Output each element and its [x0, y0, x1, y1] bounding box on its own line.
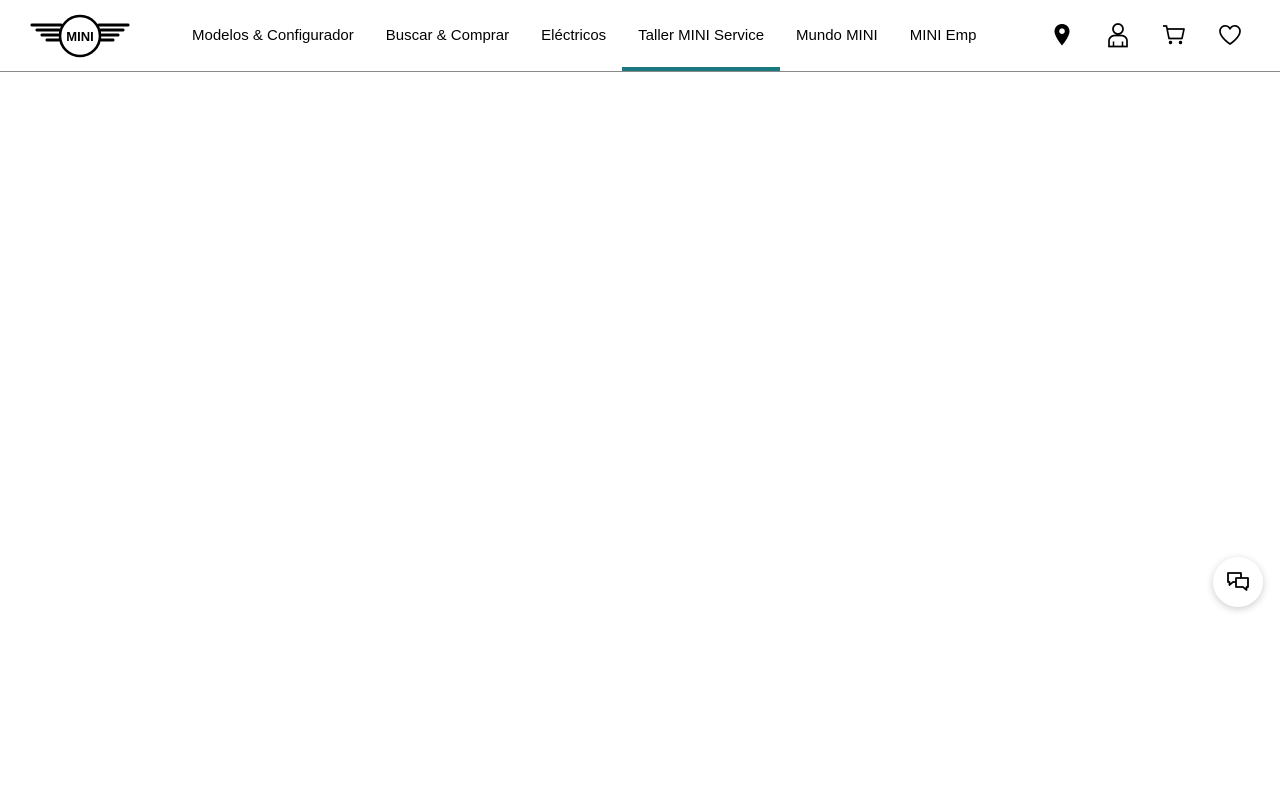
favorites-button[interactable] [1215, 18, 1245, 52]
cart-icon [1163, 25, 1185, 45]
account-button[interactable] [1103, 18, 1133, 52]
nav-item-mundo[interactable]: Mundo MINI [780, 0, 894, 71]
heart-icon [1219, 24, 1241, 45]
svg-text:MINI: MINI [66, 29, 93, 44]
nav-item-modelos[interactable]: Modelos & Configurador [176, 0, 370, 71]
main-nav: Modelos & Configurador Buscar & Comprar … [176, 0, 976, 71]
chat-button[interactable] [1213, 557, 1263, 607]
nav-item-electricos[interactable]: Eléctricos [525, 0, 622, 71]
chat-bubbles-icon [1227, 572, 1249, 591]
nav-item-taller[interactable]: Taller MINI Service [622, 0, 780, 71]
location-button[interactable] [1047, 18, 1077, 52]
cart-button[interactable] [1159, 18, 1189, 52]
user-icon [1108, 23, 1128, 48]
nav-item-empresas[interactable]: MINI Empre [894, 0, 976, 71]
mini-logo[interactable]: MINI [30, 12, 130, 60]
main-content [0, 72, 1280, 800]
location-pin-icon [1054, 24, 1070, 46]
nav-item-buscar[interactable]: Buscar & Comprar [370, 0, 525, 71]
site-header: MINI Modelos & Configurador Buscar & Com… [0, 0, 1280, 72]
header-icons [1047, 18, 1245, 52]
mini-logo-icon: MINI [30, 14, 130, 58]
